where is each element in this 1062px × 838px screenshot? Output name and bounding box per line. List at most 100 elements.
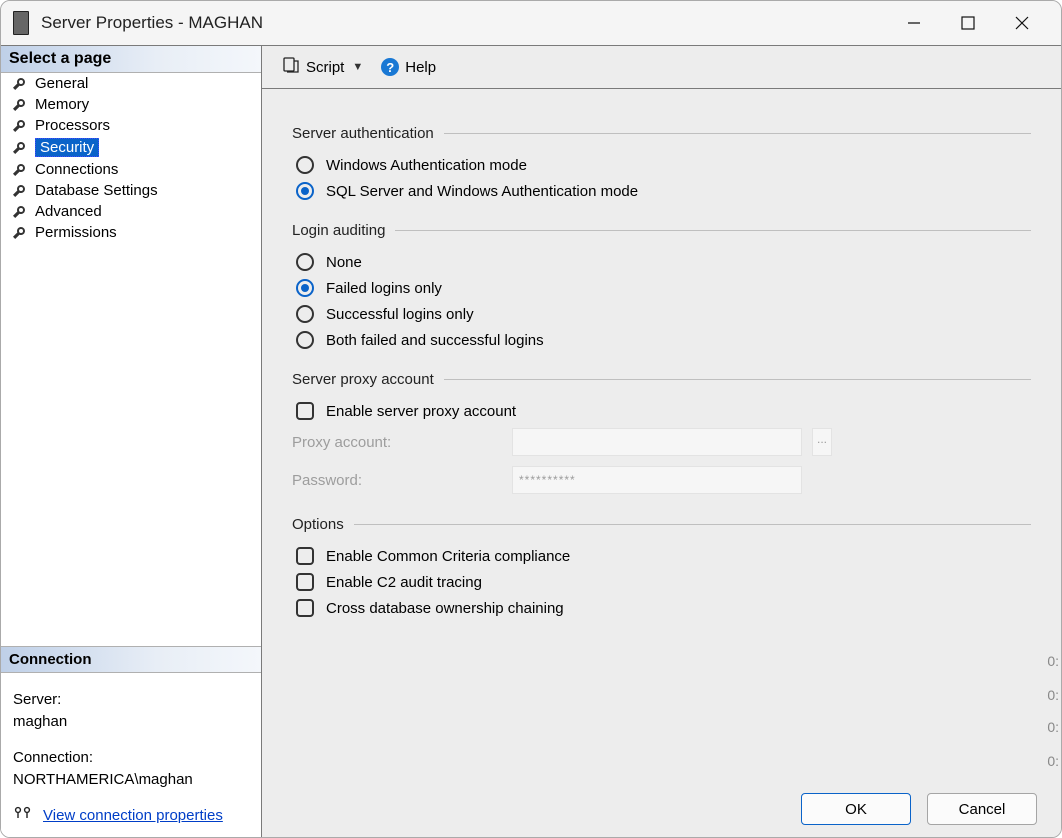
radio-label: Windows Authentication mode [326, 157, 527, 174]
help-button[interactable]: ? Help [375, 55, 442, 79]
sidebar-item-label: Database Settings [35, 182, 158, 199]
proxy-password-label: Password: [292, 472, 512, 489]
group-options: Options Enable Common Criteria complianc… [292, 516, 1031, 617]
script-button[interactable]: Script ▼ [276, 53, 369, 81]
sidebar-item-database-settings[interactable]: Database Settings [1, 180, 261, 201]
group-title-login-auditing: Login auditing [292, 222, 395, 239]
radio-label: Failed logins only [326, 280, 442, 297]
edge-marker: 0: [1039, 753, 1061, 769]
radio-audit-both[interactable]: Both failed and successful logins [292, 331, 1031, 349]
checkbox-c2-audit[interactable]: Enable C2 audit tracing [292, 573, 1031, 591]
proxy-account-input [512, 428, 802, 456]
group-server-proxy: Server proxy account Enable server proxy… [292, 371, 1031, 494]
group-server-authentication: Server authentication Windows Authentica… [292, 125, 1031, 200]
proxy-account-label: Proxy account: [292, 434, 512, 451]
server-label: Server: [13, 689, 249, 711]
sidebar-header: Select a page [1, 46, 261, 73]
cancel-button[interactable]: Cancel [927, 793, 1037, 825]
sidebar-item-label: Security [35, 138, 99, 157]
close-icon [1014, 15, 1030, 31]
radio-icon [296, 156, 314, 174]
radio-label: Both failed and successful logins [326, 332, 544, 349]
connection-panel: Server: maghan Connection: NORTHAMERICA\… [1, 673, 261, 837]
maximize-button[interactable] [941, 1, 995, 45]
radio-label: None [326, 254, 362, 271]
radio-audit-failed[interactable]: Failed logins only [292, 279, 1031, 297]
ok-button[interactable]: OK [801, 793, 911, 825]
view-connection-properties-link[interactable]: View connection properties [43, 805, 223, 827]
sidebar-item-label: Memory [35, 96, 89, 113]
server-value: maghan [13, 711, 249, 733]
sidebar-page-list: General Memory Processors Security Connectio… [1, 73, 261, 243]
radio-windows-auth[interactable]: Windows Authentication mode [292, 156, 1031, 174]
radio-label: SQL Server and Windows Authentication mo… [326, 183, 638, 200]
wrench-icon [11, 183, 27, 199]
wrench-icon [11, 76, 27, 92]
radio-sql-and-windows-auth[interactable]: SQL Server and Windows Authentication mo… [292, 182, 1031, 200]
minimize-icon [906, 15, 922, 31]
minimize-button[interactable] [887, 1, 941, 45]
edge-marker: 0: [1039, 653, 1061, 669]
edge-marker: 0: [1039, 719, 1061, 735]
chevron-down-icon: ▼ [352, 61, 363, 73]
divider [444, 379, 1031, 380]
sidebar: Select a page General Memory Processors Sec… [1, 46, 262, 837]
sidebar-item-connections[interactable]: Connections [1, 159, 261, 180]
sidebar-item-label: Advanced [35, 203, 102, 220]
window-frame: Server Properties - MAGHAN Select a page… [0, 0, 1062, 838]
connection-value: NORTHAMERICA\maghan [13, 769, 249, 791]
script-label: Script [306, 59, 344, 76]
titlebar: Server Properties - MAGHAN [1, 1, 1061, 45]
sidebar-item-security[interactable]: Security [1, 136, 261, 159]
help-label: Help [405, 59, 436, 76]
radio-icon [296, 253, 314, 271]
checkbox-icon [296, 573, 314, 591]
wrench-icon [11, 162, 27, 178]
radio-icon [296, 305, 314, 323]
window-title: Server Properties - MAGHAN [41, 13, 263, 33]
sidebar-item-label: Processors [35, 117, 110, 134]
checkbox-icon [296, 402, 314, 420]
maximize-icon [961, 16, 975, 30]
sidebar-item-general[interactable]: General [1, 73, 261, 94]
sidebar-item-processors[interactable]: Processors [1, 115, 261, 136]
radio-icon [296, 331, 314, 349]
radio-audit-none[interactable]: None [292, 253, 1031, 271]
help-icon: ? [381, 58, 399, 76]
group-login-auditing: Login auditing None Failed logins only S… [292, 222, 1031, 349]
ok-label: OK [845, 801, 867, 818]
checkbox-label: Cross database ownership chaining [326, 600, 564, 617]
checkbox-label: Enable Common Criteria compliance [326, 548, 570, 565]
group-title-proxy: Server proxy account [292, 371, 444, 388]
wrench-icon [11, 118, 27, 134]
wrench-icon [11, 204, 27, 220]
checkbox-label: Enable C2 audit tracing [326, 574, 482, 591]
proxy-account-browse-button: ... [812, 428, 832, 456]
edge-marker: 0: [1039, 687, 1061, 703]
proxy-password-input: ********** [512, 466, 802, 494]
divider [354, 524, 1031, 525]
sidebar-item-permissions[interactable]: Permissions [1, 222, 261, 243]
sidebar-connection-header: Connection [1, 646, 261, 673]
checkbox-cross-db-ownership[interactable]: Cross database ownership chaining [292, 599, 1031, 617]
wrench-icon [11, 140, 27, 156]
radio-icon [296, 279, 314, 297]
wrench-icon [11, 225, 27, 241]
connection-properties-icon [13, 804, 33, 827]
connection-label: Connection: [13, 747, 249, 769]
checkbox-common-criteria[interactable]: Enable Common Criteria compliance [292, 547, 1031, 565]
divider [395, 230, 1031, 231]
dialog-footer: OK Cancel [262, 781, 1061, 837]
group-title-options: Options [292, 516, 354, 533]
radio-audit-successful[interactable]: Successful logins only [292, 305, 1031, 323]
checkbox-label: Enable server proxy account [326, 403, 516, 420]
sidebar-item-advanced[interactable]: Advanced [1, 201, 261, 222]
close-button[interactable] [995, 1, 1049, 45]
checkbox-enable-proxy[interactable]: Enable server proxy account [292, 402, 1031, 420]
sidebar-item-label: General [35, 75, 88, 92]
toolbar: Script ▼ ? Help [262, 46, 1061, 89]
cancel-label: Cancel [959, 801, 1006, 818]
group-title-server-auth: Server authentication [292, 125, 444, 142]
sidebar-item-memory[interactable]: Memory [1, 94, 261, 115]
radio-icon [296, 182, 314, 200]
